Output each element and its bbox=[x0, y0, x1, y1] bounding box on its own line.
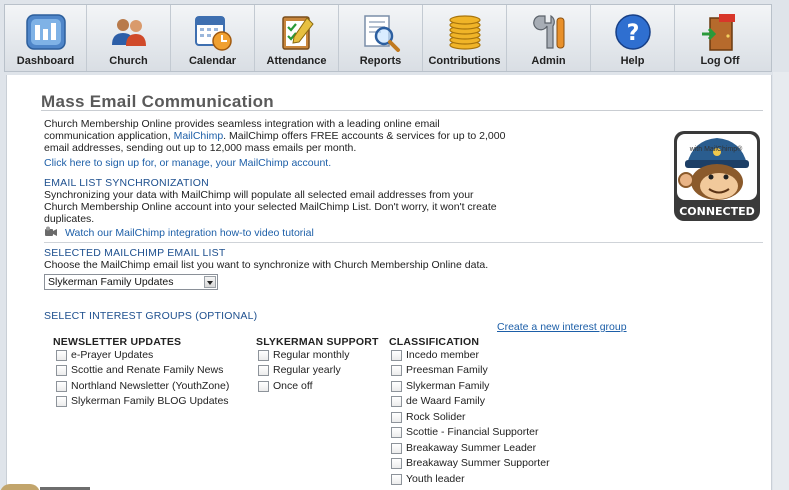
create-interest-group-link[interactable]: Create a new interest group bbox=[497, 321, 627, 333]
checkbox[interactable] bbox=[258, 381, 269, 392]
interest-groups-heading: SELECT INTEREST GROUPS (OPTIONAL) bbox=[44, 310, 258, 322]
checkbox-label: Preesman Family bbox=[406, 364, 488, 376]
mailchimp-caption: with MailChimp® bbox=[689, 146, 743, 153]
svg-text:?: ? bbox=[626, 21, 639, 46]
mailchimp-monkey-icon: CONNECTED bbox=[674, 131, 760, 221]
intro-text: . MailChimp offers FREE accounts & servi… bbox=[223, 130, 506, 142]
page-title: Mass Email Communication bbox=[41, 92, 274, 111]
nav-label: Attendance bbox=[266, 55, 327, 67]
checkbox-label: Regular yearly bbox=[273, 364, 341, 376]
checkbox-label: Breakaway Summer Leader bbox=[406, 442, 537, 454]
intro-text: communication application, bbox=[44, 130, 174, 142]
selected-list-value: Slykerman Family Updates bbox=[48, 276, 174, 288]
sync-text-line: Church Membership Online account into yo… bbox=[44, 201, 497, 213]
newsletter-updates-heading: NEWSLETTER UPDATES bbox=[53, 336, 182, 348]
nav-calendar[interactable]: Calendar bbox=[171, 5, 255, 71]
window-edge bbox=[773, 72, 789, 490]
checkbox-label: Regular monthly bbox=[273, 349, 350, 361]
checkbox-label: de Waard Family bbox=[406, 395, 485, 407]
checkbox-label: e-Prayer Updates bbox=[71, 349, 154, 361]
taskbar-fragment bbox=[0, 484, 40, 490]
top-navigation: Dashboard Church Calendar Attendance Rep… bbox=[4, 4, 772, 72]
nav-label: Calendar bbox=[188, 55, 237, 67]
church-people-icon bbox=[111, 19, 146, 46]
intro-text-line: Church Membership Online provides seamle… bbox=[44, 118, 440, 130]
mailchimp-list-select[interactable]: Slykerman Family Updates bbox=[44, 274, 218, 290]
checkbox[interactable] bbox=[56, 381, 67, 392]
list-description: Choose the MailChimp email list you want… bbox=[44, 259, 489, 271]
nav-dashboard[interactable]: Dashboard bbox=[5, 5, 87, 71]
nav-label: Contributions bbox=[428, 55, 501, 67]
checkbox-label: Slykerman Family BLOG Updates bbox=[71, 395, 229, 407]
checkbox[interactable] bbox=[391, 458, 402, 469]
section-divider bbox=[44, 242, 763, 243]
checkbox-label: Slykerman Family bbox=[406, 380, 490, 392]
connected-status-label: CONNECTED bbox=[679, 205, 755, 218]
main-panel: Mass Email Communication Church Membersh… bbox=[6, 75, 772, 490]
checkbox-label: Scottie - Financial Supporter bbox=[406, 426, 539, 438]
reports-magnifier-icon bbox=[363, 15, 400, 52]
checkbox-label: Incedo member bbox=[406, 349, 479, 361]
checkbox-label: Once off bbox=[273, 380, 313, 392]
nav-log-off[interactable]: Log Off bbox=[675, 5, 765, 71]
checkbox-label: Breakaway Summer Supporter bbox=[406, 457, 550, 469]
checkbox[interactable] bbox=[391, 381, 402, 392]
checkbox[interactable] bbox=[391, 474, 402, 485]
signup-link[interactable]: Click here to sign up for, or manage, yo… bbox=[44, 157, 331, 169]
nav-church[interactable]: Church bbox=[87, 5, 171, 71]
checkbox[interactable] bbox=[258, 350, 269, 361]
sync-text-line: Synchronizing your data with MailChimp w… bbox=[44, 189, 474, 201]
list-heading: SELECTED MAILCHIMP EMAIL LIST bbox=[44, 247, 226, 259]
chevron-down-icon[interactable] bbox=[204, 276, 216, 288]
nav-label: Admin bbox=[531, 55, 566, 67]
sync-heading: EMAIL LIST SYNCHRONIZATION bbox=[44, 177, 209, 189]
nav-label: Church bbox=[109, 55, 148, 67]
video-camera-icon bbox=[45, 226, 57, 236]
checkbox-label: Northland Newsletter (YouthZone) bbox=[71, 380, 230, 392]
checkbox[interactable] bbox=[391, 396, 402, 407]
video-tutorial-link[interactable]: Watch our MailChimp integration how-to v… bbox=[65, 227, 314, 239]
nav-label: Help bbox=[620, 55, 645, 67]
attendance-clipboard-icon bbox=[281, 16, 314, 50]
exit-door-icon bbox=[702, 14, 735, 51]
checkbox-label: Youth leader bbox=[406, 473, 465, 485]
intro-text-line: communication application, MailChimp. Ma… bbox=[44, 130, 505, 142]
wrench-icon bbox=[532, 14, 564, 49]
nav-admin[interactable]: Admin bbox=[507, 5, 591, 71]
dashboard-icon bbox=[25, 14, 66, 50]
nav-label: Log Off bbox=[700, 55, 740, 67]
slykerman-support-heading: SLYKERMAN SUPPORT bbox=[256, 336, 379, 348]
nav-label: Dashboard bbox=[16, 55, 75, 67]
checkbox[interactable] bbox=[56, 365, 67, 376]
mailchimp-link[interactable]: MailChimp bbox=[174, 130, 224, 142]
coins-icon bbox=[448, 15, 481, 50]
nav-attendance[interactable]: Attendance bbox=[255, 5, 339, 71]
calendar-icon bbox=[194, 16, 232, 51]
nav-contributions[interactable]: Contributions bbox=[423, 5, 507, 71]
checkbox-label: Scottie and Renate Family News bbox=[71, 364, 224, 376]
checkbox-label: Rock Solider bbox=[406, 411, 466, 423]
checkbox[interactable] bbox=[391, 412, 402, 423]
checkbox[interactable] bbox=[258, 365, 269, 376]
checkbox[interactable] bbox=[391, 443, 402, 454]
classification-heading: CLASSIFICATION bbox=[389, 336, 480, 348]
checkbox[interactable] bbox=[56, 350, 67, 361]
title-divider bbox=[41, 110, 763, 111]
checkbox[interactable] bbox=[56, 396, 67, 407]
checkbox[interactable] bbox=[391, 365, 402, 376]
nav-help[interactable]: ? Help bbox=[591, 5, 675, 71]
help-question-icon: ? bbox=[614, 14, 651, 50]
checkbox[interactable] bbox=[391, 427, 402, 438]
sync-text-line: duplicates. bbox=[44, 213, 95, 225]
intro-text-line: email addresses, sending out up to 12,00… bbox=[44, 142, 357, 154]
nav-label: Reports bbox=[359, 55, 402, 67]
checkbox[interactable] bbox=[391, 350, 402, 361]
nav-reports[interactable]: Reports bbox=[339, 5, 423, 71]
